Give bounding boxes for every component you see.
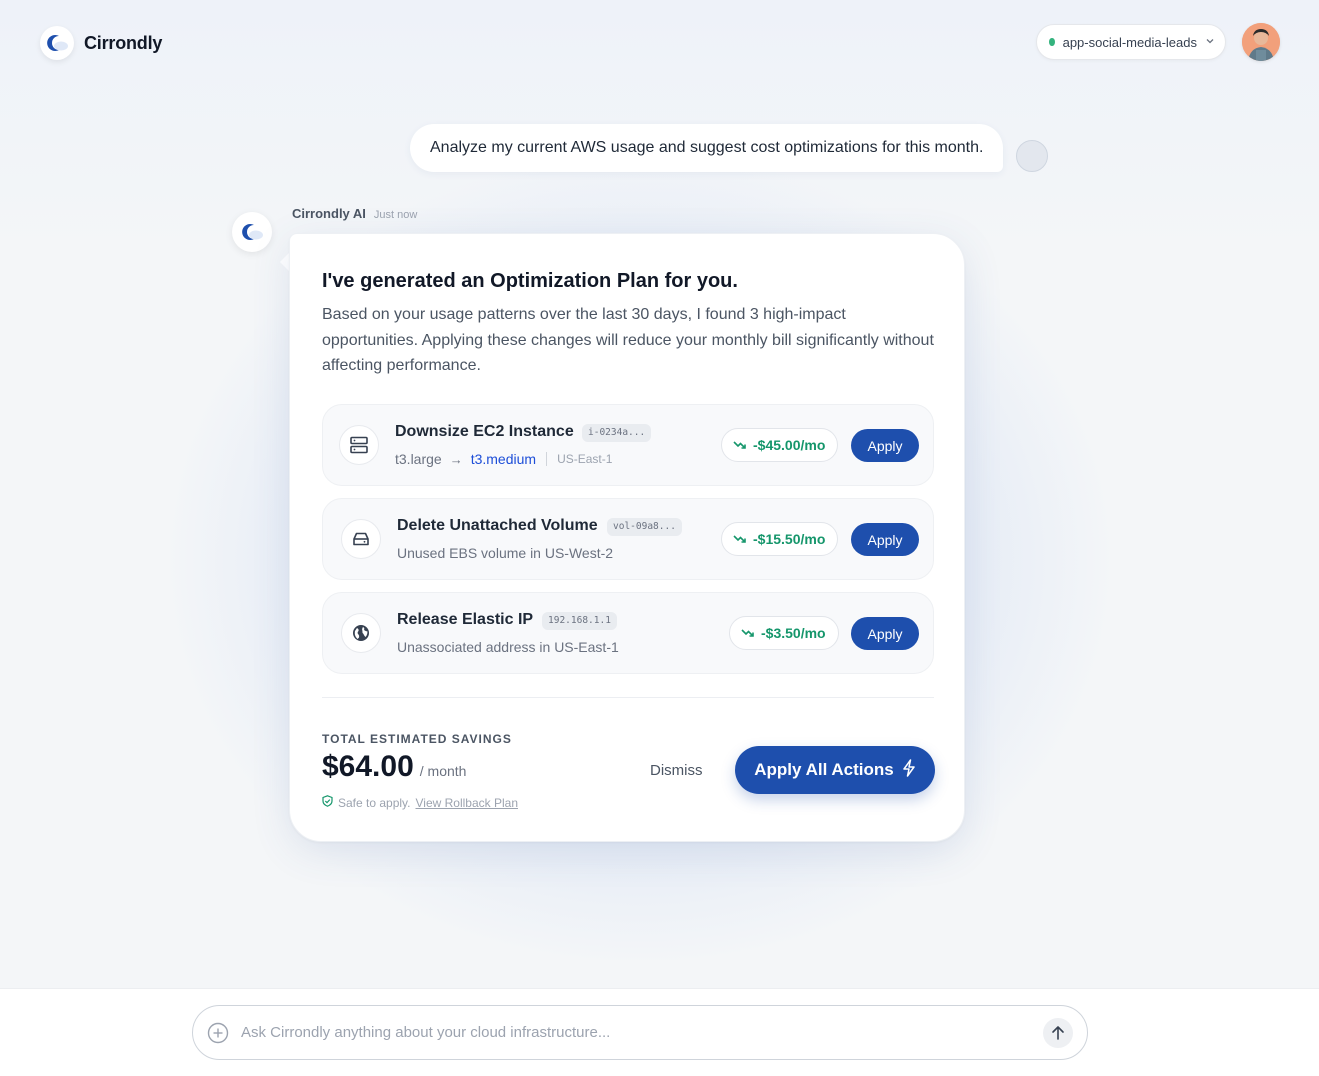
ai-timestamp: Just now	[373, 209, 418, 221]
resource-id-badge: 192.168.1.1	[542, 612, 617, 630]
arrow-right-icon: →	[449, 451, 463, 467]
resource-id-badge: i-0234a...	[582, 424, 652, 442]
ai-message-meta: Cirrondly AI Just now	[292, 206, 417, 221]
lightning-icon	[902, 758, 916, 782]
savings-amount: -$3.50/mo	[761, 625, 826, 641]
action-subtitle: Unused EBS volume in US-West-2	[397, 545, 614, 561]
divider	[546, 452, 548, 466]
savings-badge: -$45.00/mo	[721, 428, 839, 462]
trending-down-icon	[741, 625, 755, 641]
plan-title: I've generated an Optimization Plan for …	[322, 270, 738, 292]
ai-avatar	[232, 212, 272, 252]
trending-down-icon	[733, 531, 747, 547]
chat-input[interactable]	[241, 1024, 1043, 1041]
total-amount: $64.00	[322, 750, 414, 783]
ai-name: Cirrondly AI	[292, 206, 366, 221]
project-selector[interactable]: app-social-media-leads	[1036, 24, 1226, 60]
total-unit: / month	[419, 763, 467, 779]
shield-check-icon	[322, 795, 333, 810]
project-name: app-social-media-leads	[1062, 34, 1197, 50]
savings-amount: -$45.00/mo	[753, 437, 826, 453]
instance-from: t3.large	[395, 451, 442, 467]
plan-description: Based on your usage patterns over the la…	[322, 306, 934, 374]
action-subtitle: t3.large → t3.medium US-East-1	[395, 451, 612, 467]
instance-to: t3.medium	[470, 451, 537, 467]
action-item-elastic-ip: Release Elastic IP 192.168.1.1 Unassocia…	[322, 592, 934, 674]
server-icon	[339, 425, 379, 465]
safe-note: Safe to apply. View Rollback Plan	[322, 795, 518, 810]
send-button[interactable]	[1043, 1017, 1073, 1048]
user-message-avatar	[1016, 140, 1048, 172]
brand-name: Cirrondly	[84, 32, 163, 53]
rollback-plan-link[interactable]: View Rollback Plan	[416, 796, 519, 810]
globe-icon	[341, 613, 381, 653]
apply-all-button[interactable]: Apply All Actions	[735, 746, 935, 794]
savings-badge: -$15.50/mo	[721, 522, 839, 556]
savings-badge: -$3.50/mo	[729, 616, 839, 650]
resource-id-badge: vol-09a8...	[607, 518, 682, 536]
region-label: US-East-1	[557, 452, 613, 466]
status-dot-icon	[1049, 38, 1055, 46]
optimization-plan-card: I've generated an Optimization Plan for …	[289, 233, 965, 842]
action-item-ec2: Downsize EC2 Instance i-0234a... t3.larg…	[322, 404, 934, 486]
action-title: Release Elastic IP	[397, 611, 534, 628]
hard-drive-icon	[341, 519, 381, 559]
cirrondly-logo-icon	[40, 26, 74, 60]
apply-all-label: Apply All Actions	[754, 760, 894, 779]
total-savings: $64.00 / month	[322, 750, 466, 784]
apply-button[interactable]: Apply	[851, 617, 919, 650]
add-attachment-icon[interactable]	[207, 1022, 229, 1044]
action-title: Downsize EC2 Instance	[395, 423, 574, 440]
action-subtitle: Unassociated address in US-East-1	[397, 639, 619, 655]
chevron-down-icon	[1205, 36, 1215, 49]
chat-composer	[192, 1005, 1088, 1060]
total-savings-label: TOTAL ESTIMATED SAVINGS	[322, 732, 512, 746]
user-message: Analyze my current AWS usage and suggest…	[410, 124, 1004, 172]
dismiss-button[interactable]: Dismiss	[650, 762, 703, 779]
apply-button[interactable]: Apply	[851, 429, 919, 462]
action-item-volume: Delete Unattached Volume vol-09a8... Unu…	[322, 498, 934, 580]
user-message-text: Analyze my current AWS usage and suggest…	[430, 139, 984, 156]
divider	[322, 697, 934, 698]
brand[interactable]: Cirrondly	[40, 26, 162, 60]
apply-button[interactable]: Apply	[851, 523, 919, 556]
action-title: Delete Unattached Volume	[397, 517, 598, 534]
trending-down-icon	[733, 437, 747, 453]
user-avatar[interactable]	[1242, 23, 1280, 61]
safe-text: Safe to apply.	[338, 795, 411, 810]
savings-amount: -$15.50/mo	[753, 531, 826, 547]
